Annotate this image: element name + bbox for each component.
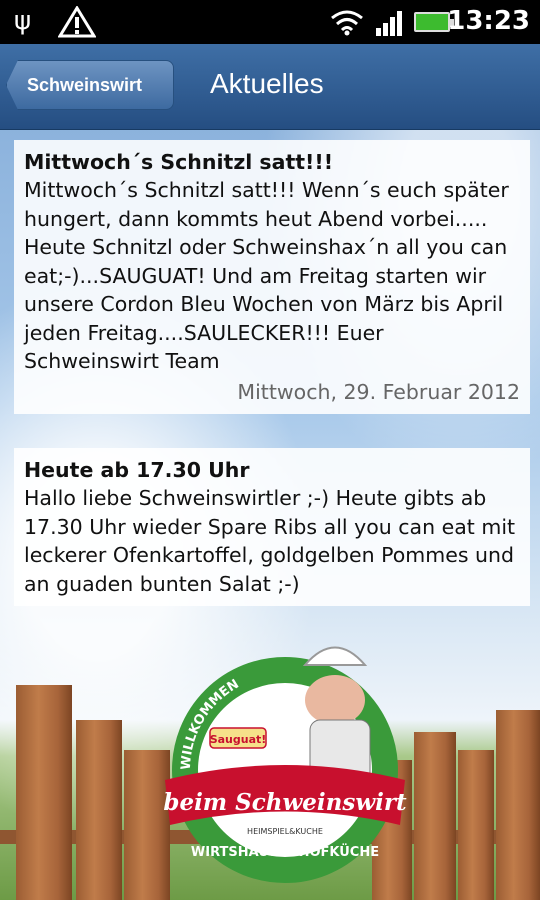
fence-scene: WILLKOMMEN Sauguat! beim Schweinswirt HE… xyxy=(0,620,540,900)
back-button[interactable]: Schweinswirt xyxy=(6,60,174,110)
wifi-icon xyxy=(331,10,363,36)
chef-hat-icon xyxy=(302,646,368,666)
logo-name: beim Schweinswirt xyxy=(163,789,407,816)
signal-icon xyxy=(376,10,404,36)
news-title: Mittwoch´s Schnitzl satt!!! xyxy=(24,150,334,174)
news-body: Mittwoch´s Schnitzl satt!!! Wenn´s euch … xyxy=(24,178,509,373)
pig-head-icon xyxy=(305,675,365,725)
clock: 13:23 xyxy=(447,6,530,36)
logo-small-text: HEIMSPIEL&KUCHE xyxy=(247,827,323,836)
warning-icon xyxy=(58,6,96,38)
news-date: Mittwoch, 29. Februar 2012 xyxy=(237,379,520,404)
news-item[interactable]: Heute ab 17.30 Uhr Hallo liebe Schweinsw… xyxy=(14,448,530,606)
battery-charging-icon xyxy=(414,12,454,32)
logo-tagline: WIRTSHAUS & HOFKÜCHE xyxy=(191,844,379,860)
news-body: Hallo liebe Schweinswirtler ;-) Heute gi… xyxy=(24,486,516,596)
news-item[interactable]: Mittwoch´s Schnitzl satt!!! Mittwoch´s S… xyxy=(14,140,530,414)
fence-plank xyxy=(496,710,540,900)
fence-plank xyxy=(458,750,494,900)
fence-plank xyxy=(414,732,456,900)
news-title: Heute ab 17.30 Uhr xyxy=(24,458,250,482)
schweinswirt-logo: WILLKOMMEN Sauguat! beim Schweinswirt HE… xyxy=(163,646,407,883)
logo-badge: Sauguat! xyxy=(210,733,267,746)
fence-plank xyxy=(76,720,122,900)
usb-icon: ψ xyxy=(14,6,32,36)
fence-plank xyxy=(16,685,72,900)
status-bar: ψ 13:23 xyxy=(0,0,540,44)
title-bar: Schweinswirt Aktuelles xyxy=(0,44,540,130)
page-title: Aktuelles xyxy=(210,68,324,99)
